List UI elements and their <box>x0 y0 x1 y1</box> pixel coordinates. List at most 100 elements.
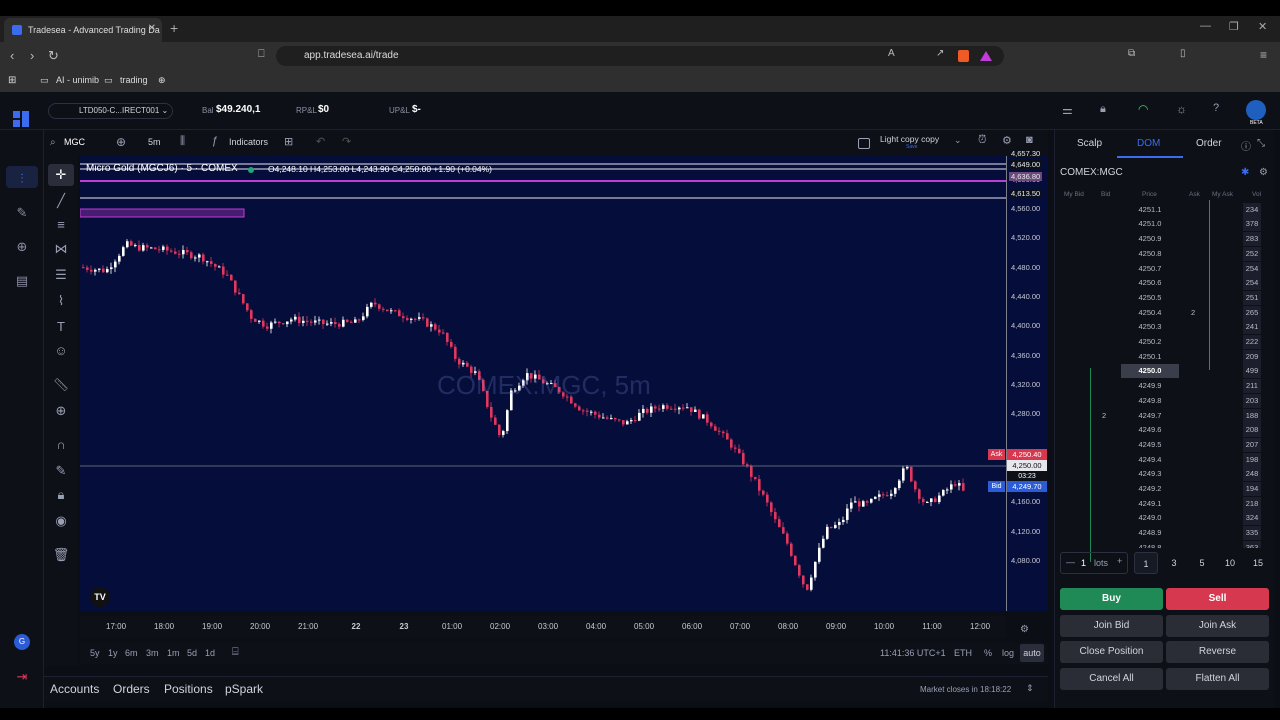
indicators-icon[interactable]: ƒ <box>212 135 218 147</box>
dom-price[interactable]: 4251.0 <box>1121 217 1179 231</box>
tab-orders[interactable]: Orders <box>113 682 150 696</box>
extensions-icon[interactable]: ⧉ <box>1128 48 1135 59</box>
session-toggle[interactable]: ETH <box>954 648 972 658</box>
logout-icon[interactable]: ⇥ <box>13 668 31 686</box>
dom-row[interactable]: 4249.9 211 <box>1055 379 1265 394</box>
user-avatar[interactable]: G <box>14 634 30 650</box>
range-5d[interactable]: 5d <box>187 648 197 658</box>
dom-row[interactable]: 4248.9 335 <box>1055 526 1265 541</box>
price-chart[interactable]: COMEX:MGC, 5m Micro Gold (MGCJ6) · 5 · C… <box>80 156 1006 611</box>
buy-button[interactable]: Buy <box>1060 588 1163 610</box>
crosshair-icon[interactable]: ✛ <box>52 166 70 184</box>
layouts-icon[interactable]: ⊞ <box>284 135 293 148</box>
dom-row[interactable]: 4249.1 218 <box>1055 496 1265 511</box>
dom-price[interactable]: 4249.6 <box>1121 423 1179 437</box>
redo-icon[interactable]: ↷ <box>342 135 351 148</box>
emoji-icon[interactable]: ☺ <box>52 342 70 360</box>
search-icon[interactable]: ⌕ <box>50 137 56 148</box>
dom-row[interactable]: 4249.2 194 <box>1055 482 1265 496</box>
preset-10[interactable]: 10 <box>1218 552 1242 574</box>
dom-price[interactable]: 4249.7 <box>1121 409 1179 423</box>
log-toggle[interactable]: log <box>1002 648 1014 658</box>
time-axis[interactable]: 17:00 18:00 19:00 20:00 21:00 22 23 01:00 02:00 0… <box>80 616 1006 638</box>
dom-row[interactable]: 4250.1 209 <box>1055 349 1265 364</box>
dom-row[interactable]: 4249.7 188 2 <box>1055 408 1265 423</box>
dom-price[interactable]: 4248.8 <box>1121 541 1179 548</box>
account-selector[interactable]: LTD050-C...IRECT001 ⌄ <box>48 103 173 119</box>
dom-row[interactable]: 4250.8 252 <box>1055 246 1265 261</box>
dom-price[interactable]: 4250.1 <box>1121 350 1179 364</box>
window-close-icon[interactable]: ✕ <box>1258 20 1267 33</box>
dom-ask-size[interactable]: 2 <box>1191 306 1195 320</box>
translate-icon[interactable]: A <box>888 48 895 59</box>
dom-row[interactable]: 4249.0 324 <box>1055 511 1265 526</box>
dom-settings-icon[interactable]: ⚙ <box>1259 167 1268 178</box>
alert-icon[interactable]: ⏰︎ <box>978 134 987 147</box>
reload-icon[interactable]: ↻ <box>48 48 59 64</box>
close-position-button[interactable]: Close Position <box>1060 641 1163 663</box>
dom-price[interactable]: 4248.9 <box>1121 526 1179 540</box>
collapse-icon[interactable]: ⤡ <box>1257 138 1265 149</box>
quantity-value[interactable]: 1 <box>1081 558 1086 568</box>
journal-icon[interactable]: ▤ <box>13 272 31 290</box>
crosshair-nav-icon[interactable]: ⊕ <box>13 238 31 256</box>
tab-order[interactable]: Order <box>1196 138 1222 149</box>
minimize-icon[interactable]: — <box>1200 20 1211 32</box>
tab-dom[interactable]: DOM <box>1137 138 1160 149</box>
avatar[interactable] <box>1246 100 1266 120</box>
layout-name[interactable]: Light copy copy <box>880 134 939 144</box>
chevron-down-icon[interactable]: ⌄ <box>954 135 962 146</box>
sidebar-icon[interactable]: ▯ <box>1180 48 1186 59</box>
back-icon[interactable]: ‹ <box>10 48 14 63</box>
chart-type-icon[interactable]: ⫼ <box>180 135 185 148</box>
info-icon[interactable]: ⓘ <box>1241 138 1251 153</box>
range-1d[interactable]: 1d <box>205 648 215 658</box>
dom-price[interactable]: 4249.4 <box>1121 453 1179 467</box>
dom-row[interactable]: 4250.2 222 <box>1055 335 1265 349</box>
dom-price[interactable]: 4249.9 <box>1121 379 1179 393</box>
interval-button[interactable]: 5m <box>148 137 161 147</box>
camera-icon[interactable]: ◙ <box>1026 134 1033 146</box>
dom-price[interactable]: 4250.6 <box>1121 276 1179 290</box>
pen-icon[interactable]: ✎ <box>13 204 31 222</box>
browser-tab[interactable]: Tradesea - Advanced Trading Da ✕ <box>4 18 162 42</box>
new-tab-icon[interactable]: + <box>170 20 178 36</box>
dom-ladder[interactable]: 4251.24251.1 234 4251.0 378 4250.9 283 4250.8 2… <box>1055 198 1265 548</box>
menu-icon[interactable]: ≡ <box>1260 48 1267 62</box>
price-axis[interactable]: 4,600.004,560.004,520.004,480.004,440.00… <box>1006 149 1048 611</box>
share-icon[interactable]: ↗ <box>936 48 944 59</box>
settings-icon[interactable]: ⚙ <box>1002 134 1012 147</box>
range-5y[interactable]: 5y <box>90 648 100 658</box>
horizontal-lines-icon[interactable]: ≡ <box>52 216 70 234</box>
symbol-search[interactable]: MGC <box>64 137 85 147</box>
settings-sliders-icon[interactable]: ⚌ <box>1062 103 1073 117</box>
dom-row[interactable]: 4250.0 499 <box>1055 364 1265 379</box>
decrease-icon[interactable]: — <box>1066 557 1075 567</box>
lock-all-icon[interactable]: 🔒︎ <box>52 486 70 504</box>
theme-sun-icon[interactable]: ☼ <box>1176 102 1187 116</box>
tab-positions[interactable]: Positions <box>164 682 213 696</box>
magnet-icon[interactable]: ∩ <box>52 436 70 454</box>
brush-icon[interactable]: ⌇ <box>52 292 70 310</box>
indicators-button[interactable]: Indicators <box>229 137 268 147</box>
brave-shield-icon[interactable] <box>958 50 969 62</box>
increase-icon[interactable]: + <box>1117 556 1122 566</box>
brave-rewards-icon[interactable] <box>980 51 992 61</box>
dom-price[interactable]: 4249.8 <box>1121 394 1179 408</box>
dom-row[interactable]: 4250.4 265 2 <box>1055 305 1265 320</box>
lock-drawings-icon[interactable]: ✎ <box>52 462 70 480</box>
dom-row[interactable]: 4251.2 <box>1055 198 1265 202</box>
axis-settings-icon[interactable]: ⚙ <box>1020 624 1029 635</box>
range-3m[interactable]: 3m <box>146 648 159 658</box>
help-icon[interactable]: ? <box>1213 102 1219 114</box>
expand-icon[interactable]: ⇕ <box>1026 683 1034 694</box>
dom-price[interactable]: 4250.4 <box>1121 306 1179 320</box>
trash-icon[interactable]: 🗑︎ <box>52 546 70 564</box>
dom-row[interactable]: 4250.9 283 <box>1055 232 1265 247</box>
quantity-stepper[interactable]: — 1 lots + <box>1060 552 1128 574</box>
layout-checkbox-icon[interactable] <box>858 138 870 149</box>
dom-row[interactable]: 4250.6 254 <box>1055 276 1265 291</box>
tab-scalp[interactable]: Scalp <box>1077 138 1102 149</box>
bookmark-trading[interactable]: trading <box>120 75 148 85</box>
preset-1[interactable]: 1 <box>1134 552 1158 574</box>
